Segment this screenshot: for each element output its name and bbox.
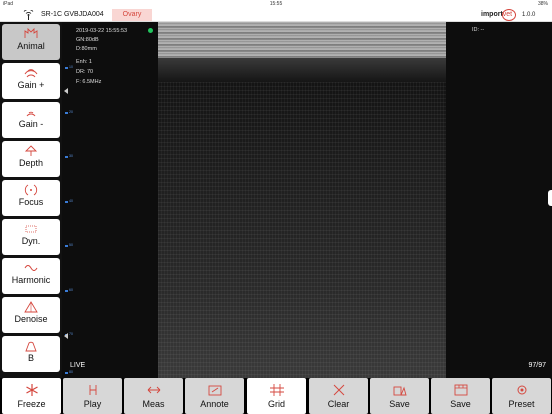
toolbar-label: Preset xyxy=(508,399,535,409)
depth-tick xyxy=(65,201,68,203)
gain-minus-icon xyxy=(2,102,60,118)
logo-text-main: import xyxy=(481,11,503,18)
sidebar-item-label: Denoise xyxy=(14,314,48,324)
sidebar-item-label: Focus xyxy=(18,197,44,207)
ultrasound-image[interactable] xyxy=(158,22,446,378)
sidebar-item-depth[interactable]: Depth xyxy=(2,141,60,177)
toolbar-label: Play xyxy=(83,399,102,409)
dynamic-range-icon xyxy=(2,219,60,235)
save-image-button[interactable]: Save xyxy=(370,378,429,414)
toolbar-label: Clear xyxy=(327,399,350,409)
animal-icon xyxy=(2,24,60,40)
annotate-icon xyxy=(185,378,244,398)
b-mode-icon xyxy=(2,336,60,352)
depth-readout: D:80mm xyxy=(76,46,97,52)
depth-tick xyxy=(65,67,68,69)
scan-datetime: 2019-03-22 15:55:53 xyxy=(76,28,128,34)
depth-tick xyxy=(65,245,68,247)
probe-id: SR-1C GVBJDA004 xyxy=(41,11,104,18)
sidebar: Animal Gain + Gain - Depth Focus Dyn. Ha… xyxy=(0,22,62,378)
speckle-texture xyxy=(158,82,446,378)
sidebar-item-gain-minus[interactable]: Gain - xyxy=(2,102,60,138)
clear-icon xyxy=(309,378,368,398)
sidebar-item-label: Gain - xyxy=(18,119,44,129)
toolbar-label: Grid xyxy=(267,399,285,409)
depth-tick-label: 60 xyxy=(69,288,73,292)
sidebar-item-b-mode[interactable]: B xyxy=(2,336,60,372)
sidebar-item-focus[interactable]: Focus xyxy=(2,180,60,216)
depth-icon xyxy=(2,141,60,157)
focus-icon xyxy=(2,180,60,196)
depth-tick xyxy=(65,290,68,292)
depth-tick-label: 40 xyxy=(69,199,73,203)
grid-button[interactable]: Grid xyxy=(247,378,306,414)
sidebar-item-denoise[interactable]: Denoise xyxy=(2,297,60,333)
annotate-button[interactable]: Annote xyxy=(185,378,244,414)
save-cine-icon xyxy=(431,378,490,398)
sidebar-item-label: Animal xyxy=(17,41,45,51)
sidebar-item-harmonic[interactable]: Harmonic xyxy=(2,258,60,294)
grid-icon xyxy=(247,378,306,398)
patient-id: ID: -- xyxy=(472,27,485,33)
focus-marker-icon[interactable] xyxy=(64,333,68,339)
sidebar-item-label: Depth xyxy=(18,158,44,168)
preset-icon xyxy=(492,378,551,398)
sidebar-item-label: B xyxy=(27,353,34,363)
denoise-icon xyxy=(2,297,60,313)
depth-tick-label: 20 xyxy=(69,110,73,114)
toolbar-label: Freeze xyxy=(17,399,46,409)
measure-button[interactable]: Meas xyxy=(124,378,183,414)
sidebar-item-label: Harmonic xyxy=(11,275,51,285)
live-label: LIVE xyxy=(70,362,86,369)
sidebar-item-dyn[interactable]: Dyn. xyxy=(2,219,60,255)
gain-readout: GN:80dB xyxy=(76,37,99,43)
wifi-icon xyxy=(23,10,34,20)
harmonic-icon xyxy=(2,258,60,274)
snowflake-icon xyxy=(2,378,61,398)
depth-tick xyxy=(65,372,68,374)
toolbar-label: Meas xyxy=(142,399,165,409)
depth-tick-label: 10 xyxy=(69,65,73,69)
depth-tick-label: 70 xyxy=(69,332,73,336)
clear-button[interactable]: Clear xyxy=(309,378,368,414)
measure-icon xyxy=(124,378,183,398)
preset-button[interactable]: Preset xyxy=(492,378,551,414)
exam-mode-badge[interactable]: Ovary xyxy=(112,9,152,21)
app-header: SR-1C GVBJDA004 Ovary importvet 1.0.0 xyxy=(0,8,552,22)
live-indicator-dot xyxy=(148,28,153,33)
sidebar-item-animal[interactable]: Animal xyxy=(2,24,60,60)
right-info-panel: ID: -- 97/97 xyxy=(446,22,552,378)
toolbar-label: Save xyxy=(389,399,410,409)
frame-counter: 97/97 xyxy=(528,362,546,369)
status-battery: 38% xyxy=(537,1,548,7)
near-field-bands xyxy=(158,22,446,58)
save-cine-button[interactable]: Save xyxy=(431,378,490,414)
play-icon xyxy=(63,378,122,398)
app-version: 1.0.0 xyxy=(522,12,536,18)
sidebar-item-label: Dyn. xyxy=(21,236,41,246)
sidebar-item-gain-plus[interactable]: Gain + xyxy=(2,63,60,99)
scan-info-panel: 2019-03-22 15:55:53 GN:80dB D:80mm Enh: … xyxy=(62,22,158,378)
frequency-readout: F: 6.5MHz xyxy=(76,79,102,85)
logo-ring xyxy=(502,9,516,21)
ios-status-bar: iPad 15:55 38% xyxy=(0,0,552,8)
sidebar-item-label: Gain + xyxy=(17,80,45,90)
depth-tick xyxy=(65,112,68,114)
status-time: 15:55 xyxy=(269,1,283,7)
save-image-icon xyxy=(370,378,429,398)
gain-plus-icon xyxy=(2,63,60,79)
freeze-button[interactable]: Freeze xyxy=(2,378,61,414)
depth-tick xyxy=(65,156,68,158)
side-drawer-handle[interactable] xyxy=(548,190,552,206)
focus-marker-icon[interactable] xyxy=(64,88,68,94)
enhance-readout: Enh: 1 xyxy=(76,59,92,65)
bottom-toolbar: Freeze Play Meas Annote Grid Clear Save … xyxy=(0,378,552,414)
toolbar-label: Annote xyxy=(200,399,229,409)
depth-tick-label: 50 xyxy=(69,243,73,247)
play-button[interactable]: Play xyxy=(63,378,122,414)
dynamic-range-readout: DR: 70 xyxy=(76,69,94,75)
toolbar-label: Save xyxy=(450,399,471,409)
depth-tick-label: 80 xyxy=(69,370,73,374)
depth-tick-label: 30 xyxy=(69,154,73,158)
